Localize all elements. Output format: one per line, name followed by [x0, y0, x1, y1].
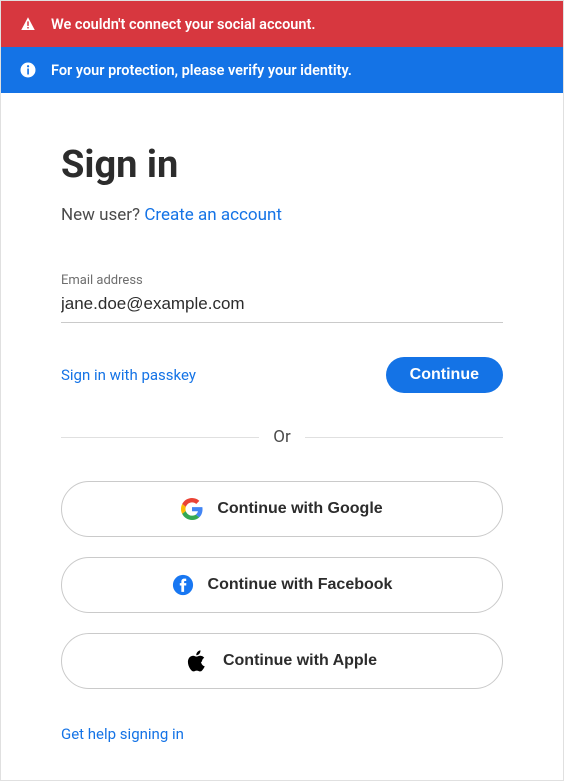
main-panel: Sign in New user? Create an account Emai… — [1, 93, 563, 763]
info-icon — [19, 61, 37, 79]
google-icon — [181, 498, 203, 520]
email-input[interactable] — [61, 292, 503, 323]
alert-error-text: We couldn't connect your social account. — [51, 16, 315, 33]
alert-info-banner: For your protection, please verify your … — [1, 47, 563, 93]
continue-google-button[interactable]: Continue with Google — [61, 481, 503, 537]
continue-apple-label: Continue with Apple — [223, 652, 377, 670]
apple-icon — [187, 650, 209, 672]
continue-google-label: Continue with Google — [217, 500, 382, 518]
alert-error-banner: We couldn't connect your social account. — [1, 1, 563, 47]
new-user-prefix: New user? — [61, 205, 144, 225]
facebook-icon — [172, 574, 194, 596]
divider-line-right — [305, 437, 503, 438]
email-field-group: Email address — [61, 273, 503, 323]
new-user-row: New user? Create an account — [61, 205, 503, 225]
actions-row: Sign in with passkey Continue — [61, 357, 503, 393]
continue-facebook-label: Continue with Facebook — [208, 576, 393, 594]
divider: Or — [61, 427, 503, 447]
create-account-link[interactable]: Create an account — [144, 205, 282, 225]
divider-line-left — [61, 437, 259, 438]
warning-icon — [19, 15, 37, 33]
continue-facebook-button[interactable]: Continue with Facebook — [61, 557, 503, 613]
alert-info-text: For your protection, please verify your … — [51, 62, 352, 79]
page-title: Sign in — [61, 143, 503, 187]
continue-apple-button[interactable]: Continue with Apple — [61, 633, 503, 689]
continue-button[interactable]: Continue — [386, 357, 503, 393]
email-label: Email address — [61, 273, 503, 288]
signin-passkey-link[interactable]: Sign in with passkey — [61, 366, 196, 384]
divider-text: Or — [273, 427, 290, 447]
help-signing-in-link[interactable]: Get help signing in — [61, 725, 184, 743]
